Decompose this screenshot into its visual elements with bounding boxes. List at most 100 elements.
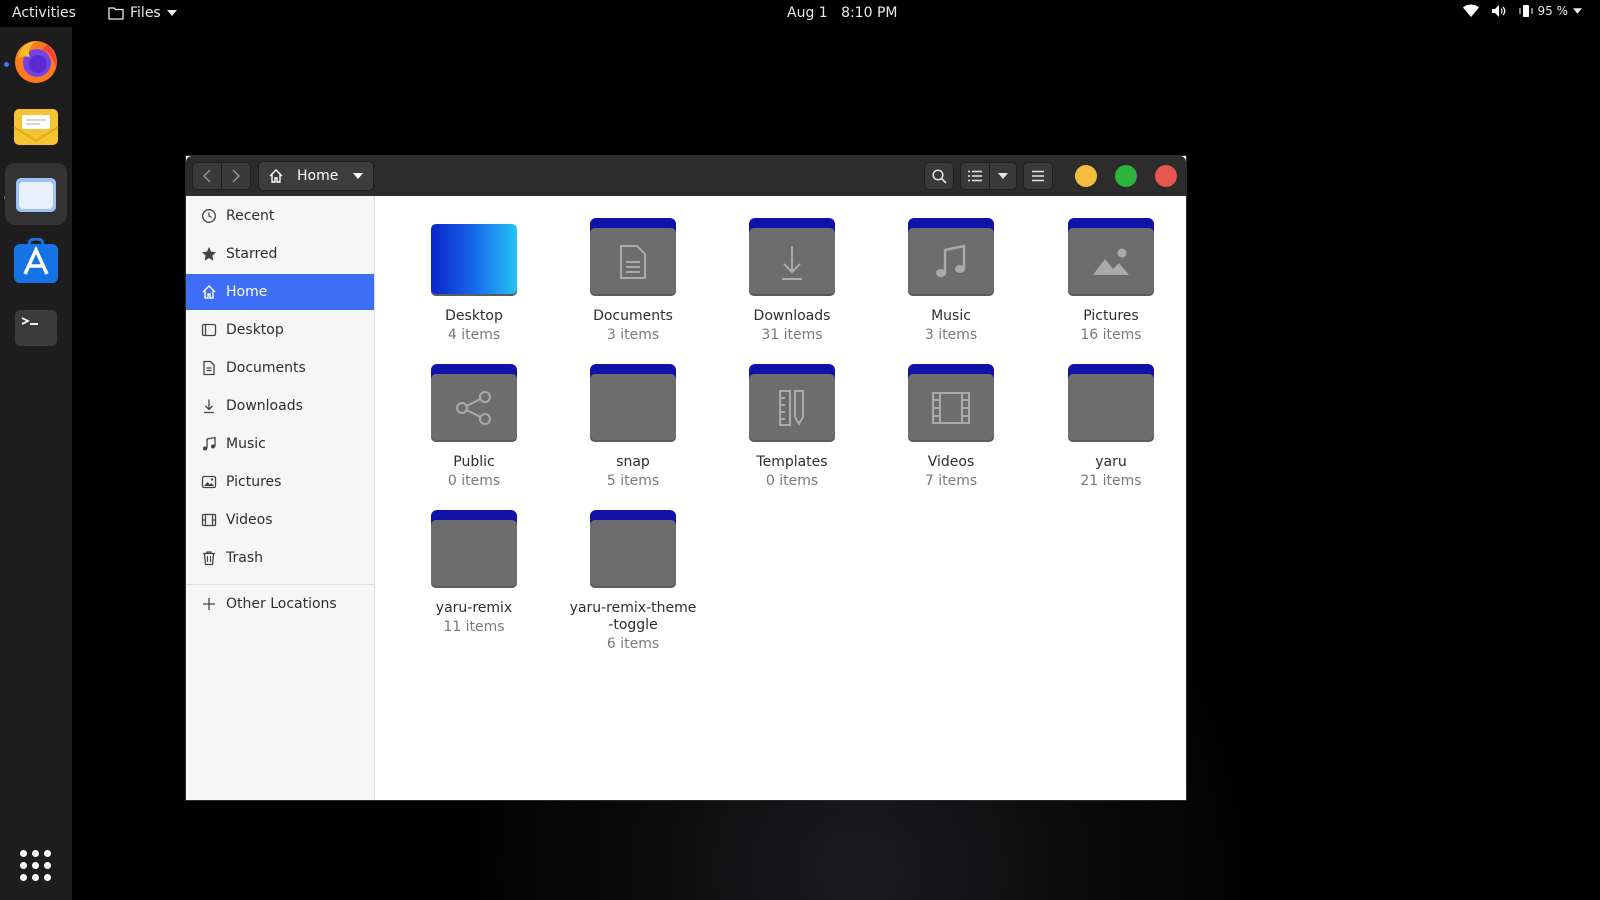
folder-item[interactable]: Desktop 4 items	[399, 218, 549, 344]
folder-item[interactable]: yaru-remix 11 items	[399, 510, 549, 636]
video-icon	[201, 513, 217, 527]
star-icon	[201, 247, 217, 261]
sidebar-item-label: Pictures	[226, 474, 282, 490]
file-grid: Desktop 4 items Documents 3 items Downlo…	[376, 196, 1186, 800]
sidebar-item-recent[interactable]: Recent	[186, 198, 374, 234]
sidebar-item-starred[interactable]: Starred	[186, 236, 374, 272]
folder-item[interactable]: snap 5 items	[558, 364, 708, 490]
folder-item[interactable]: Videos 7 items	[876, 364, 1026, 490]
sidebar-item-music[interactable]: Music	[186, 426, 374, 462]
file-count: 0 items	[765, 473, 819, 489]
sidebar-item-label: Videos	[226, 512, 273, 528]
file-count: 3 items	[924, 327, 978, 343]
sidebar-item-home[interactable]: Home	[186, 274, 374, 310]
sidebar-item-desktop[interactable]: Desktop	[186, 312, 374, 348]
sidebar-item-pictures[interactable]: Pictures	[186, 464, 374, 500]
forward-button[interactable]	[221, 162, 251, 190]
file-name: Desktop	[445, 308, 503, 324]
folder-music-icon	[908, 218, 994, 296]
dock-firefox[interactable]	[5, 30, 67, 92]
file-count: 11 items	[443, 619, 505, 635]
desktop-icon	[201, 323, 217, 337]
folder-public-icon	[431, 364, 517, 442]
folder-item[interactable]: Downloads 31 items	[717, 218, 867, 344]
file-name: Public	[453, 454, 495, 470]
sidebar-item-other-locations[interactable]: Other Locations	[186, 586, 374, 622]
file-count: 6 items	[606, 636, 660, 652]
download-icon	[204, 399, 214, 414]
show-apps-icon[interactable]	[20, 850, 52, 882]
folder-item[interactable]: yaru 21 items	[1036, 364, 1186, 490]
folder-icon	[431, 510, 517, 588]
folder-videos-icon	[908, 364, 994, 442]
dock-software[interactable]	[5, 230, 67, 292]
folder-icon	[1068, 364, 1154, 442]
path-bar[interactable]: Home	[258, 161, 374, 191]
top-bar: Activities Files Aug 1 8:10 PM 95 %	[0, 0, 1600, 27]
clock-date: Aug 1	[787, 5, 828, 21]
battery-percent: 95 %	[1537, 4, 1569, 18]
path-label: Home	[297, 168, 339, 184]
folder-downloads-icon	[749, 218, 835, 296]
list-view-icon	[968, 170, 982, 182]
close-button[interactable]	[1155, 165, 1177, 187]
chevron-down-icon	[998, 173, 1008, 179]
dock-mail[interactable]	[5, 96, 67, 158]
folder-desktop-icon	[431, 218, 517, 296]
sidebar-item-downloads[interactable]: Downloads	[186, 388, 374, 424]
main-menu-button[interactable]	[1023, 162, 1053, 190]
back-button[interactable]	[192, 162, 222, 190]
app-menu-button[interactable]: Files	[108, 5, 177, 21]
search-icon	[931, 168, 947, 184]
folder-templates-icon	[749, 364, 835, 442]
battery-icon	[1519, 5, 1532, 17]
document-icon	[203, 360, 215, 376]
file-count: 31 items	[761, 327, 823, 343]
maximize-button[interactable]	[1115, 165, 1137, 187]
sidebar-item-label: Desktop	[226, 322, 284, 338]
chevron-down-icon	[166, 10, 177, 16]
sidebar-item-label: Home	[226, 284, 268, 300]
clock-icon	[202, 209, 216, 223]
trash-icon	[203, 551, 215, 566]
files-icon	[16, 178, 56, 212]
system-status-menu[interactable]: 95 %	[1462, 4, 1582, 18]
sidebar-item-videos[interactable]: Videos	[186, 502, 374, 538]
file-name: yaru	[1095, 454, 1127, 470]
sidebar-item-trash[interactable]: Trash	[186, 540, 374, 576]
file-name: Music	[931, 308, 971, 324]
folder-item[interactable]: Public 0 items	[399, 364, 549, 490]
clock[interactable]: Aug 1 8:10 PM	[787, 5, 897, 21]
activities-button[interactable]: Activities	[12, 5, 76, 21]
search-button[interactable]	[924, 162, 954, 190]
volume-icon	[1491, 5, 1505, 17]
wifi-icon	[1462, 4, 1479, 17]
folder-item[interactable]: Documents 3 items	[558, 218, 708, 344]
sidebar-item-label: Other Locations	[226, 596, 337, 612]
minimize-button[interactable]	[1075, 165, 1097, 187]
file-name: Templates	[756, 454, 828, 470]
chevron-right-icon	[232, 169, 240, 183]
sidebar-item-label: Starred	[226, 246, 278, 262]
hamburger-menu-icon	[1032, 170, 1044, 182]
dock-terminal[interactable]	[5, 297, 67, 359]
chevron-down-icon	[353, 173, 363, 179]
file-count: 0 items	[447, 473, 501, 489]
home-icon	[202, 285, 216, 299]
folder-item[interactable]: Music 3 items	[876, 218, 1026, 344]
file-name: yaru-remix	[435, 600, 513, 616]
view-toggle-button[interactable]	[960, 162, 990, 190]
folder-item[interactable]: Templates 0 items	[717, 364, 867, 490]
file-name: Videos	[927, 454, 975, 470]
files-window: Home Recent Starred Home Desktop Documen…	[186, 156, 1186, 800]
file-count: 7 items	[924, 473, 978, 489]
dock-files[interactable]	[5, 163, 67, 225]
folder-item[interactable]: Pictures 16 items	[1036, 218, 1186, 344]
view-options-button[interactable]	[989, 162, 1017, 190]
desktop-background: Activities Files Aug 1 8:10 PM 95 % Home…	[0, 0, 1600, 900]
folder-item[interactable]: yaru-remix-theme-toggle 6 items	[568, 510, 698, 653]
sidebar-item-documents[interactable]: Documents	[186, 350, 374, 386]
dock	[0, 27, 72, 900]
file-name: Downloads	[753, 308, 831, 324]
folder-documents-icon	[590, 218, 676, 296]
